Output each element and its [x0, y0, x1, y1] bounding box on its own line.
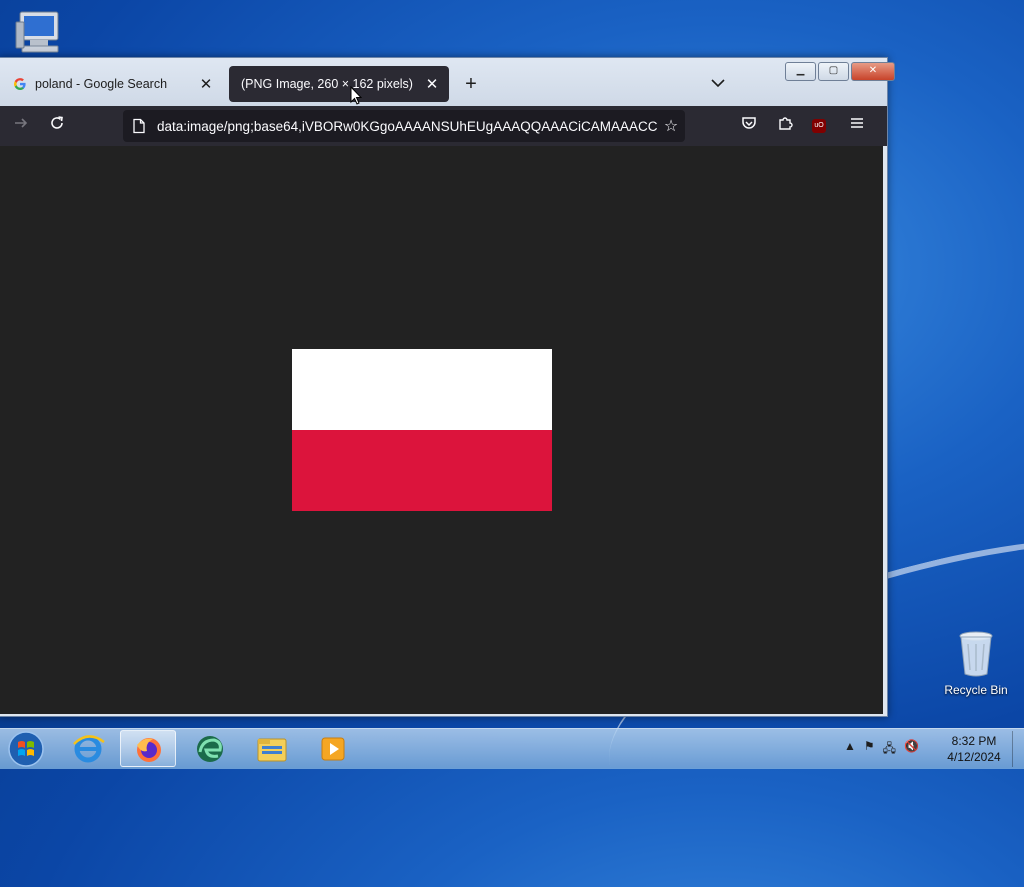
show-desktop-button[interactable] [1012, 731, 1023, 767]
forward-arrow-icon[interactable] [9, 114, 33, 138]
window-controls: ▁ ▢ ✕ [785, 62, 895, 81]
pocket-icon[interactable] [737, 114, 761, 138]
page-icon [131, 118, 147, 134]
browser-window: poland - Google Search ✕ (PNG Image, 260… [0, 57, 895, 717]
show-hidden-icons-icon[interactable]: ▲ [844, 739, 856, 760]
clock-time: 8:32 PM [951, 734, 997, 748]
hamburger-menu-icon[interactable] [845, 114, 869, 138]
computer-desktop-icon[interactable] [14, 8, 64, 56]
google-g-icon [13, 77, 27, 91]
recycle-bin-icon [959, 631, 993, 677]
start-button[interactable] [6, 730, 46, 768]
recycle-bin-label: Recycle Bin [944, 683, 1008, 697]
internet-explorer-taskbar-icon[interactable] [60, 730, 116, 767]
maximize-button[interactable]: ▢ [818, 62, 849, 81]
tab-close-icon[interactable]: ✕ [421, 75, 443, 93]
action-center-flag-icon[interactable]: ⚑ [864, 739, 875, 760]
system-tray: ▲ ⚑ 🖧 🔇 [844, 739, 919, 760]
ublock-origin-icon[interactable]: uO [807, 114, 831, 138]
new-tab-button[interactable]: + [461, 73, 481, 96]
media-player-taskbar-icon[interactable] [306, 730, 362, 767]
close-button[interactable]: ✕ [851, 62, 895, 81]
mouse-cursor-icon [350, 86, 362, 105]
page-content [0, 146, 883, 714]
tab-png-image[interactable]: (PNG Image, 260 × 162 pixels) ✕ [229, 66, 449, 102]
address-bar: ☆ [123, 110, 685, 142]
file-explorer-taskbar-icon[interactable] [244, 730, 300, 767]
volume-muted-icon[interactable]: 🔇 [904, 739, 919, 760]
flag-white-stripe [292, 349, 552, 430]
bookmark-star-icon[interactable]: ☆ [657, 116, 685, 136]
extensions-puzzle-icon[interactable] [773, 114, 797, 138]
tab-close-icon[interactable]: ✕ [195, 75, 217, 93]
recycle-bin-desktop-icon[interactable]: Recycle Bin [940, 630, 1012, 697]
poland-flag-image[interactable] [292, 349, 552, 511]
tab-title: poland - Google Search [35, 77, 168, 91]
tab-strip: poland - Google Search ✕ (PNG Image, 260… [0, 58, 895, 106]
flag-red-stripe [292, 430, 552, 511]
firefox-taskbar-icon[interactable] [120, 730, 176, 767]
network-icon[interactable]: 🖧 [883, 739, 896, 760]
taskbar-clock[interactable]: 8:32 PM 4/12/2024 [940, 733, 1008, 765]
taskbar: ▲ ⚑ 🖧 🔇 8:32 PM 4/12/2024 [0, 728, 1024, 769]
url-input[interactable] [157, 118, 657, 134]
computer-icon [15, 11, 59, 53]
tab-google-search[interactable]: poland - Google Search ✕ [1, 66, 223, 102]
tab-title: (PNG Image, 260 × 162 pixels) [241, 77, 413, 91]
edge-canary-taskbar-icon[interactable] [182, 730, 238, 767]
clock-date: 4/12/2024 [947, 750, 1001, 764]
navigation-toolbar: ☆ uO [0, 106, 887, 146]
reload-icon[interactable] [45, 114, 69, 138]
list-all-tabs-chevron-icon[interactable] [711, 75, 725, 91]
minimize-button[interactable]: ▁ [785, 62, 816, 81]
ublock-badge: uO [812, 119, 826, 133]
